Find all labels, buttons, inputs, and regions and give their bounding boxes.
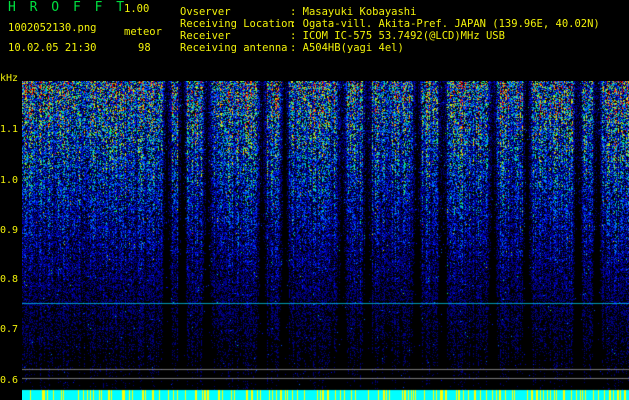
app-version: 1.00 [124, 3, 150, 15]
y-tick-label: 1.0 [0, 175, 19, 186]
location-value: : Ogata-vill. Akita-Pref. JAPAN (139.96E… [290, 18, 600, 30]
y-tick-label: 0.6 [0, 375, 19, 386]
app-title: H R O F F T [8, 0, 128, 15]
antenna-label: Receiving antenna [180, 42, 288, 54]
receiver-label: Receiver [180, 30, 231, 42]
datetime: 10.02.05 21:30 [8, 42, 97, 54]
receiver-value: : ICOM IC-575 53.7492(@LCD)MHz USB [290, 30, 505, 42]
y-tick-label: 0.7 [0, 324, 19, 335]
y-tick-label: 0.9 [0, 225, 19, 236]
y-unit-label: kHz [0, 73, 19, 84]
observer-label: Ovserver [180, 6, 231, 18]
count: 98 [138, 42, 151, 54]
location-label: Receiving Location [180, 18, 294, 30]
spectrogram-canvas [22, 81, 629, 400]
filename: 1002052130.png [8, 22, 97, 34]
y-tick-label: 1.1 [0, 124, 19, 135]
observer-value: : Masayuki Kobayashi [290, 6, 417, 18]
y-tick-label: 0.8 [0, 274, 19, 285]
antenna-value: : A504HB(yagi 4el) [290, 42, 404, 54]
mode-label: meteor [124, 26, 162, 38]
